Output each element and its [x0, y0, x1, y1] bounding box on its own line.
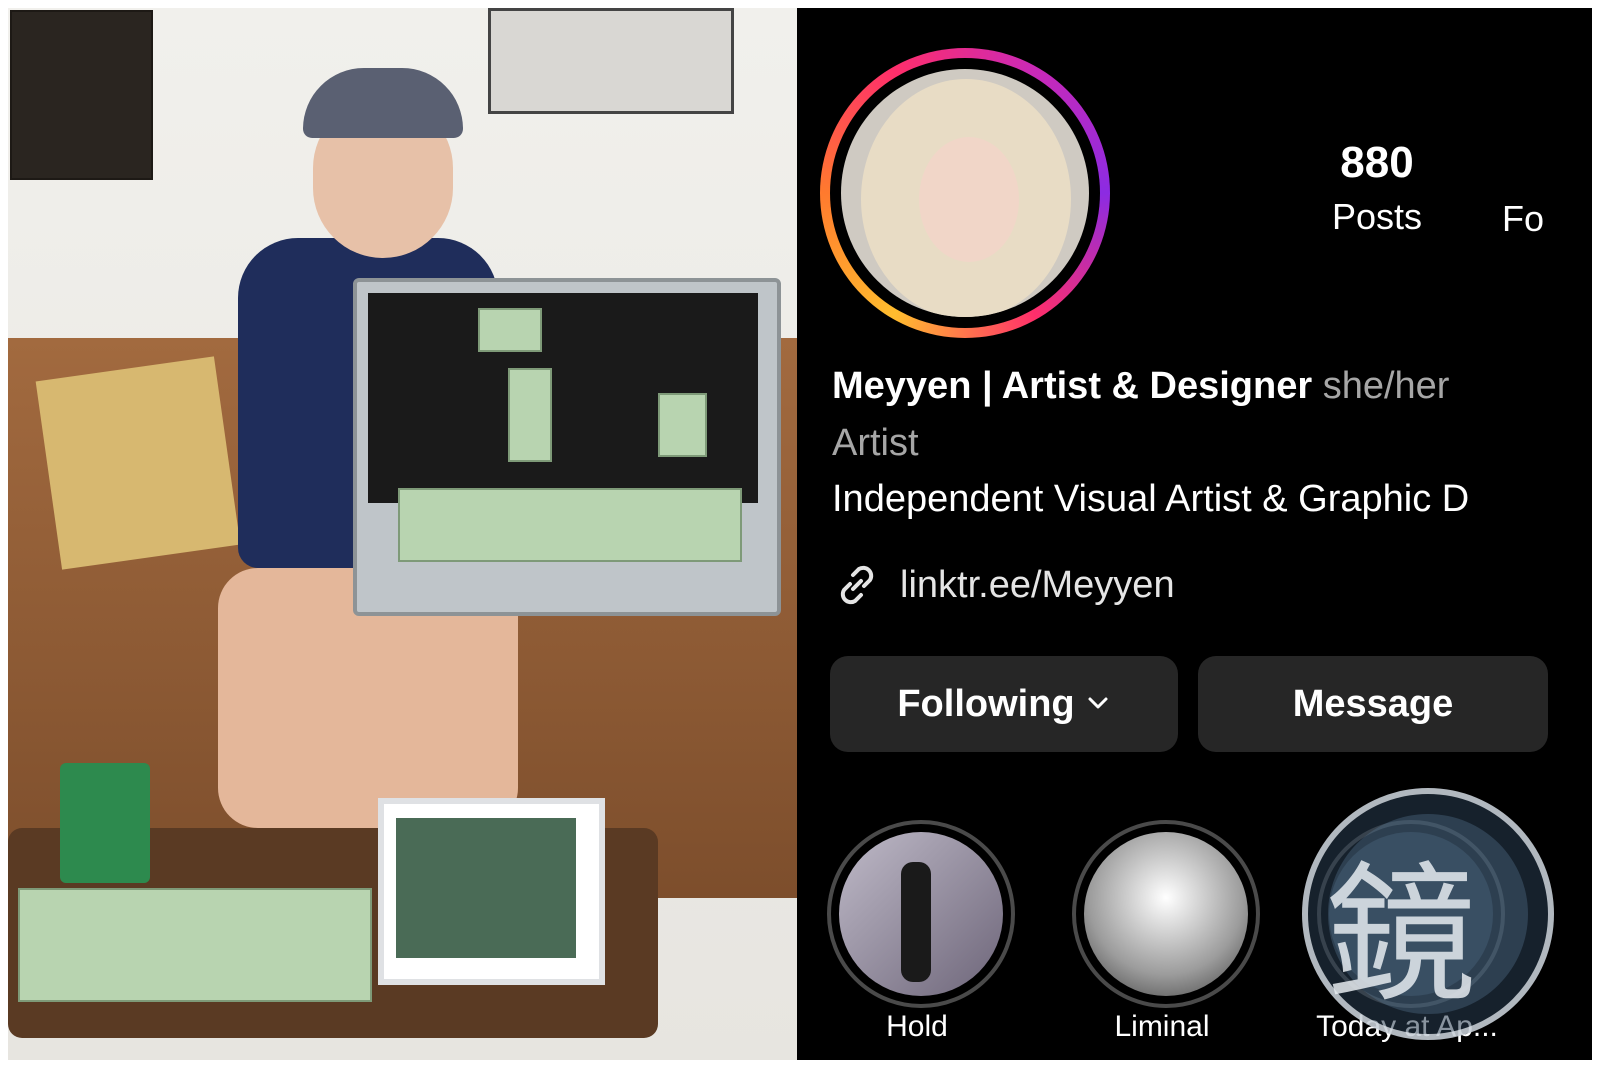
highlight-liminal-label: Liminal: [1114, 1010, 1210, 1043]
profile-category: Artist: [832, 422, 919, 464]
highlight-hold-label: Hold: [886, 1010, 948, 1043]
profile-link[interactable]: linktr.ee/Meyyen: [832, 560, 1175, 610]
watermark-logo: 鏡: [1302, 788, 1554, 1040]
stat-posts-value: 880: [1340, 138, 1414, 187]
stat-posts[interactable]: 880 Posts: [1302, 138, 1452, 238]
highlight-hold-image: [839, 832, 1003, 996]
message-button[interactable]: Message: [1198, 656, 1548, 752]
highlight-liminal[interactable]: [1072, 820, 1260, 1008]
following-label: Following: [897, 682, 1075, 725]
stat-followers-label: Fo: [1502, 198, 1545, 239]
avatar-face: [919, 137, 1019, 262]
money-bill: [658, 393, 707, 457]
left-photo: [8, 8, 797, 1060]
highlight-liminal-image: [1084, 832, 1248, 996]
stat-posts-label: Posts: [1331, 196, 1423, 237]
highlight-hold[interactable]: [827, 820, 1015, 1008]
instagram-profile: 880 Posts Fo Meyyen | Artist & Designer …: [797, 8, 1592, 1060]
money-bill: [508, 368, 552, 462]
wall-frame: [488, 8, 734, 114]
chevron-down-icon: [1085, 683, 1111, 726]
wall-poster: [10, 10, 153, 180]
profile-bio: Independent Visual Artist & Graphic D: [832, 478, 1470, 520]
link-icon: [832, 560, 882, 610]
money-pile: [18, 888, 372, 1002]
stat-followers[interactable]: Fo: [1502, 138, 1582, 240]
money-pile: [398, 488, 742, 562]
money-bill: [478, 308, 542, 352]
following-button[interactable]: Following: [830, 656, 1178, 752]
profile-link-text[interactable]: linktr.ee/Meyyen: [900, 564, 1175, 607]
profile-name: Meyyen | Artist & Designer: [832, 365, 1313, 407]
photo-frame-picture: [396, 818, 576, 958]
pillow: [35, 356, 241, 570]
avatar[interactable]: [841, 69, 1089, 317]
green-candle: [60, 763, 150, 883]
watermark-glyph: 鏡: [1326, 849, 1477, 1023]
profile-name-row: Meyyen | Artist & Designer she/her: [832, 365, 1449, 408]
profile-pronouns: she/her: [1322, 365, 1450, 407]
message-label: Message: [1292, 682, 1454, 725]
